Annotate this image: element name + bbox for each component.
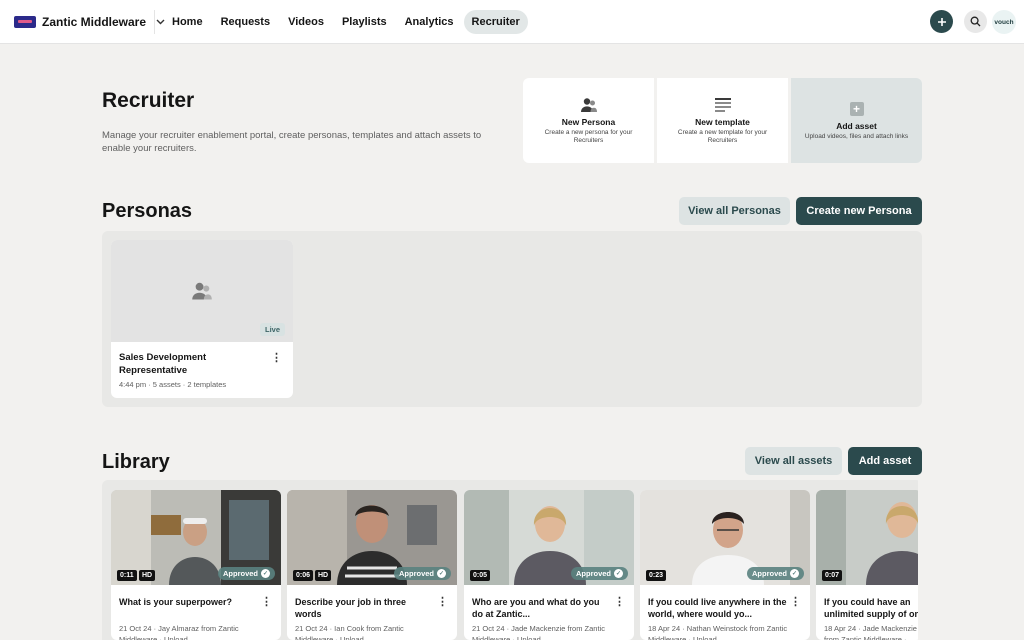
hd-badge: HD — [139, 570, 156, 581]
new-persona-card[interactable]: New Persona Create a new persona for you… — [523, 78, 654, 163]
nav-playlists[interactable]: Playlists — [334, 10, 395, 34]
personas-heading: Personas — [102, 200, 193, 222]
approved-badge: Approved ✓ — [217, 567, 275, 580]
nav-requests[interactable]: Requests — [213, 10, 279, 34]
persona-card[interactable]: Live Sales Development Representative 4:… — [111, 240, 293, 398]
template-icon — [714, 96, 731, 114]
plus-icon — [937, 17, 946, 26]
duration-badge: 0:23 — [646, 570, 667, 581]
duration-badge: 0:06 — [293, 570, 314, 581]
add-asset-button[interactable]: Add asset — [848, 447, 922, 475]
asset-card[interactable]: 0:11 HD Approved ✓ What is your superpowe… — [111, 490, 281, 640]
search-button[interactable] — [964, 10, 987, 33]
asset-title: Who are you and what do you do at Zantic… — [472, 597, 600, 619]
persona-icon — [192, 282, 212, 300]
duration-badge: 0:07 — [822, 570, 843, 581]
video-thumbnail[interactable]: 0:11 HD Approved ✓ — [111, 490, 281, 585]
workspace-switcher[interactable]: Zantic Middleware — [14, 12, 165, 32]
asset-card[interactable]: 0:05 Approved ✓ Who are you and what do y… — [464, 490, 634, 640]
divider — [154, 10, 155, 34]
asset-meta: 21 Oct 24 · Jay Almaraz from Zantic Midd… — [119, 624, 239, 640]
video-thumbnail[interactable]: 0:23 Approved ✓ — [640, 490, 810, 585]
more-options-icon[interactable]: ⋮ — [271, 353, 282, 364]
persona-meta: 4:44 pm · 5 assets · 2 templates — [119, 380, 227, 389]
more-options-icon[interactable]: ⋮ — [614, 597, 625, 608]
new-template-card[interactable]: New template Create a new template for y… — [657, 78, 788, 163]
nav-analytics[interactable]: Analytics — [397, 10, 462, 34]
approved-badge: Approved ✓ — [570, 567, 628, 580]
nav-videos[interactable]: Videos — [280, 10, 332, 34]
persona-icon — [580, 96, 598, 114]
check-icon: ✓ — [437, 569, 446, 578]
card-title: New template — [695, 117, 750, 127]
nav-recruiter[interactable]: Recruiter — [463, 10, 528, 34]
view-all-assets-button[interactable]: View all assets — [745, 447, 842, 475]
more-options-icon[interactable]: ⋮ — [261, 597, 272, 608]
main-nav: Home Requests Videos Playlists Analytics… — [164, 10, 528, 34]
search-icon — [970, 16, 981, 27]
approved-label: Approved — [751, 569, 787, 578]
check-icon: ✓ — [614, 569, 623, 578]
video-thumbnail[interactable]: 0:05 Approved ✓ — [464, 490, 634, 585]
page-title: Recruiter — [102, 89, 195, 112]
duration-badge: 0:11 — [117, 570, 137, 581]
persona-name: Sales Development Representative — [119, 352, 207, 376]
asset-meta: 21 Oct 24 · Ian Cook from Zantic Middlew… — [295, 624, 404, 640]
asset-title: Describe your job in three words — [295, 597, 407, 619]
asset-title: If you could have an unlimited supply of… — [824, 597, 920, 619]
card-description: Create a new persona for your Recruiters — [544, 129, 633, 144]
avatar[interactable]: vouch — [992, 10, 1016, 34]
check-icon: ✓ — [790, 569, 799, 578]
approved-label: Approved — [222, 569, 258, 578]
asset-card[interactable]: 0:06 HD Approved ✓ Describe your job in t… — [287, 490, 457, 640]
create-button[interactable] — [930, 10, 953, 33]
persona-thumbnail: Live — [111, 240, 293, 342]
library-heading: Library — [102, 451, 170, 473]
top-bar: Zantic Middleware Home Requests Videos P… — [0, 0, 1024, 44]
workspace-name: Zantic Middleware — [42, 15, 147, 29]
card-title: New Persona — [561, 117, 616, 127]
add-icon: + — [849, 100, 864, 118]
card-title: Add asset — [836, 121, 877, 131]
asset-title: What is your superpower? — [119, 597, 233, 607]
check-icon: ✓ — [261, 569, 270, 578]
asset-meta: 18 Apr 24 · Nathan Weinstock from Zantic… — [648, 624, 788, 640]
video-thumbnail[interactable]: 0:07 — [816, 490, 922, 585]
asset-meta: 21 Oct 24 · Jade Mackenzie from Zantic M… — [472, 624, 605, 640]
hd-badge: HD — [315, 570, 332, 581]
approved-badge: Approved ✓ — [393, 567, 451, 580]
create-persona-button[interactable]: Create new Persona — [796, 197, 922, 225]
carousel-edge — [918, 480, 1024, 640]
page-description: Manage your recruiter enablement portal,… — [102, 130, 482, 154]
more-options-icon[interactable]: ⋮ — [790, 597, 801, 608]
approved-label: Approved — [398, 569, 434, 578]
approved-label: Approved — [575, 569, 611, 578]
view-all-personas-button[interactable]: View all Personas — [679, 197, 790, 225]
approved-badge: Approved ✓ — [746, 567, 804, 580]
duration-badge: 0:05 — [470, 570, 491, 581]
status-badge: Live — [259, 323, 285, 336]
card-description: Create a new template for your Recruiter… — [677, 129, 768, 144]
brand-logo — [14, 16, 36, 28]
video-thumbnail[interactable]: 0:06 HD Approved ✓ — [287, 490, 457, 585]
add-asset-card[interactable]: + Add asset Upload videos, files and att… — [791, 78, 922, 163]
asset-card[interactable]: 0:07 If you could have an unlimited supp… — [816, 490, 922, 640]
nav-home[interactable]: Home — [164, 10, 211, 34]
asset-card[interactable]: 0:23 Approved ✓ If you could live anywher… — [640, 490, 810, 640]
asset-meta: 18 Apr 24 · Jade Mackenzie from Zantic M… — [824, 624, 917, 640]
more-options-icon[interactable]: ⋮ — [437, 597, 448, 608]
asset-title: If you could live anywhere in the world,… — [648, 597, 787, 619]
card-description: Upload videos, files and attach links — [804, 133, 909, 140]
